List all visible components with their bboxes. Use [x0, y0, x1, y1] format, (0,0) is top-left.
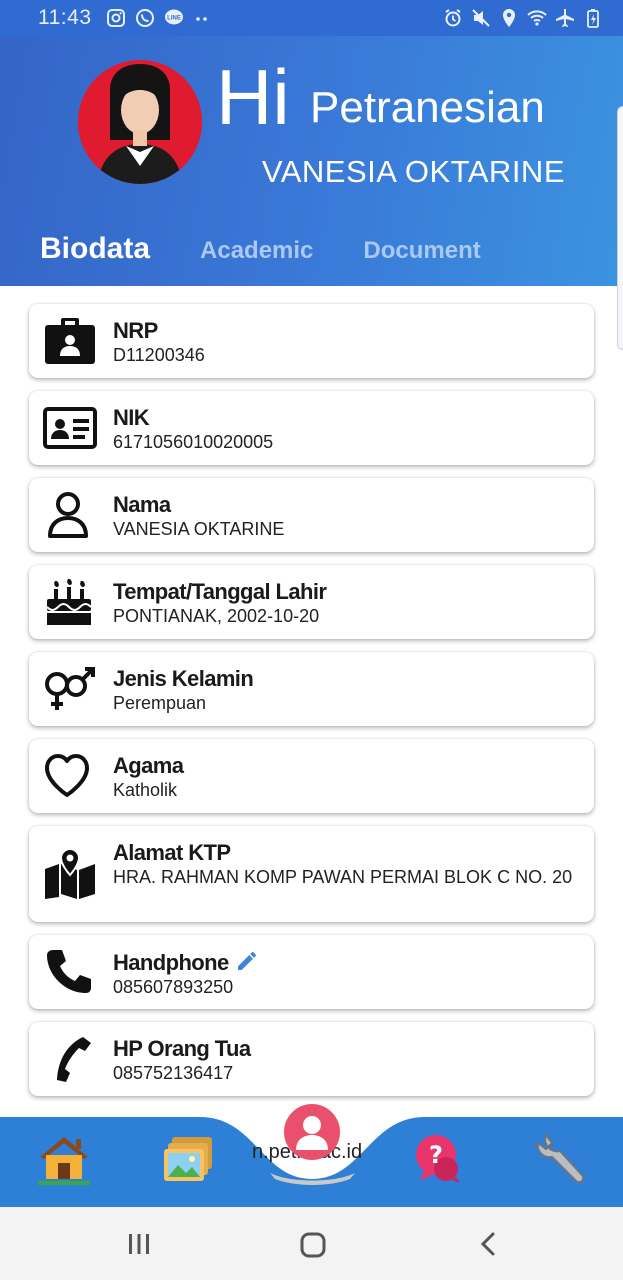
- back-button[interactable]: [476, 1231, 502, 1257]
- phone-icon: [57, 1037, 91, 1082]
- status-time: 11:43: [38, 6, 92, 29]
- gallery-icon[interactable]: [160, 1131, 216, 1187]
- field-value: 6171056010020005: [113, 432, 274, 452]
- profile-icon[interactable]: [284, 1104, 340, 1160]
- svg-text:LINE: LINE: [167, 16, 181, 22]
- field-label: Handphone: [113, 949, 574, 976]
- greeting-hi: Hi: [216, 53, 290, 141]
- home-button[interactable]: [299, 1231, 327, 1259]
- field-value: 085752136417: [113, 1063, 234, 1083]
- location-icon: [503, 9, 515, 27]
- mute-icon: [472, 9, 490, 27]
- field-label: Tempat/Tanggal Lahir: [113, 579, 327, 604]
- tab-biodata[interactable]: Biodata: [40, 232, 150, 266]
- wifi-icon: [527, 10, 547, 26]
- airplane-icon: [556, 9, 574, 27]
- tab-academic[interactable]: Academic: [200, 237, 313, 265]
- birthday-cake-icon: [46, 579, 92, 625]
- battery-icon: [587, 9, 599, 28]
- help-icon[interactable]: ?: [410, 1131, 466, 1187]
- person-icon: [48, 492, 88, 538]
- profile-header: Hi Petranesian VANESIA OKTARINE Biodata …: [0, 36, 623, 286]
- profile-tabs: Biodata Academic Document: [40, 232, 531, 266]
- recent-apps-button[interactable]: [126, 1231, 152, 1257]
- tab-document[interactable]: Document: [363, 237, 480, 265]
- field-label: NIK: [113, 405, 150, 430]
- list-item-hp-orang-tua: HP Orang Tua 085752136417: [29, 1022, 594, 1096]
- system-navigation-bar: [0, 1207, 623, 1280]
- more-dots-icon: [195, 17, 207, 21]
- list-item-alamat-ktp: Alamat KTP HRA. RAHMAN KOMP PAWAN PERMAI…: [29, 826, 594, 922]
- list-item-handphone: Handphone 085607893250: [29, 935, 594, 1009]
- field-label: HP Orang Tua: [113, 1036, 251, 1061]
- field-value: PONTIANAK, 2002-10-20: [113, 606, 320, 626]
- student-full-name: VANESIA OKTARINE: [261, 154, 565, 189]
- svg-text:?: ?: [429, 1141, 443, 1169]
- line-icon: LINE: [164, 9, 183, 25]
- home-icon[interactable]: [36, 1131, 92, 1187]
- field-label: Alamat KTP: [113, 840, 231, 865]
- heart-icon: [45, 754, 89, 797]
- id-card-icon: [43, 407, 97, 449]
- bottom-navigation: n.petra.ac.id ?: [0, 1104, 623, 1207]
- side-drawer-handle[interactable]: [617, 106, 623, 350]
- map-pin-icon: [45, 849, 95, 899]
- id-badge-icon: [45, 318, 95, 364]
- settings-wrench-icon[interactable]: [534, 1131, 590, 1187]
- field-label: Nama: [113, 492, 171, 517]
- field-value: Katholik: [113, 780, 178, 800]
- field-value: VANESIA OKTARINE: [113, 519, 285, 539]
- field-value: D11200346: [113, 345, 205, 365]
- list-item-nama: Nama VANESIA OKTARINE: [29, 478, 594, 552]
- field-value: Perempuan: [113, 693, 207, 713]
- field-label-text: Handphone: [113, 950, 229, 975]
- greeting-nickname: Petranesian: [310, 83, 545, 132]
- list-item-nik: NIK 6171056010020005: [29, 391, 594, 465]
- field-value: HRA. RAHMAN KOMP PAWAN PERMAI BLOK C NO.…: [113, 867, 573, 887]
- field-value: 085607893250: [113, 977, 234, 997]
- field-label: NRP: [113, 318, 158, 343]
- list-item-jenis-kelamin: Jenis Kelamin Perempuan: [29, 652, 594, 726]
- instagram-icon: [106, 9, 125, 27]
- profile-photo: [78, 60, 202, 184]
- whatsapp-icon: [135, 9, 154, 27]
- status-bar: 11:43 LINE: [0, 0, 623, 36]
- list-item-tempat-tanggal-lahir: Tempat/Tanggal Lahir PONTIANAK, 2002-10-…: [29, 565, 594, 639]
- gender-icon: [45, 667, 95, 710]
- alarm-icon: [445, 9, 461, 27]
- avatar[interactable]: [78, 60, 202, 184]
- list-item-agama: Agama Katholik: [29, 739, 594, 813]
- biodata-list: NRP D11200346 NIK 6171056010020005 Nama …: [29, 304, 594, 1109]
- list-item-nrp: NRP D11200346: [29, 304, 594, 378]
- phone-icon: [47, 950, 91, 993]
- field-label: Jenis Kelamin: [113, 666, 254, 691]
- field-label: Agama: [113, 753, 184, 778]
- edit-pencil-icon[interactable]: [235, 949, 259, 973]
